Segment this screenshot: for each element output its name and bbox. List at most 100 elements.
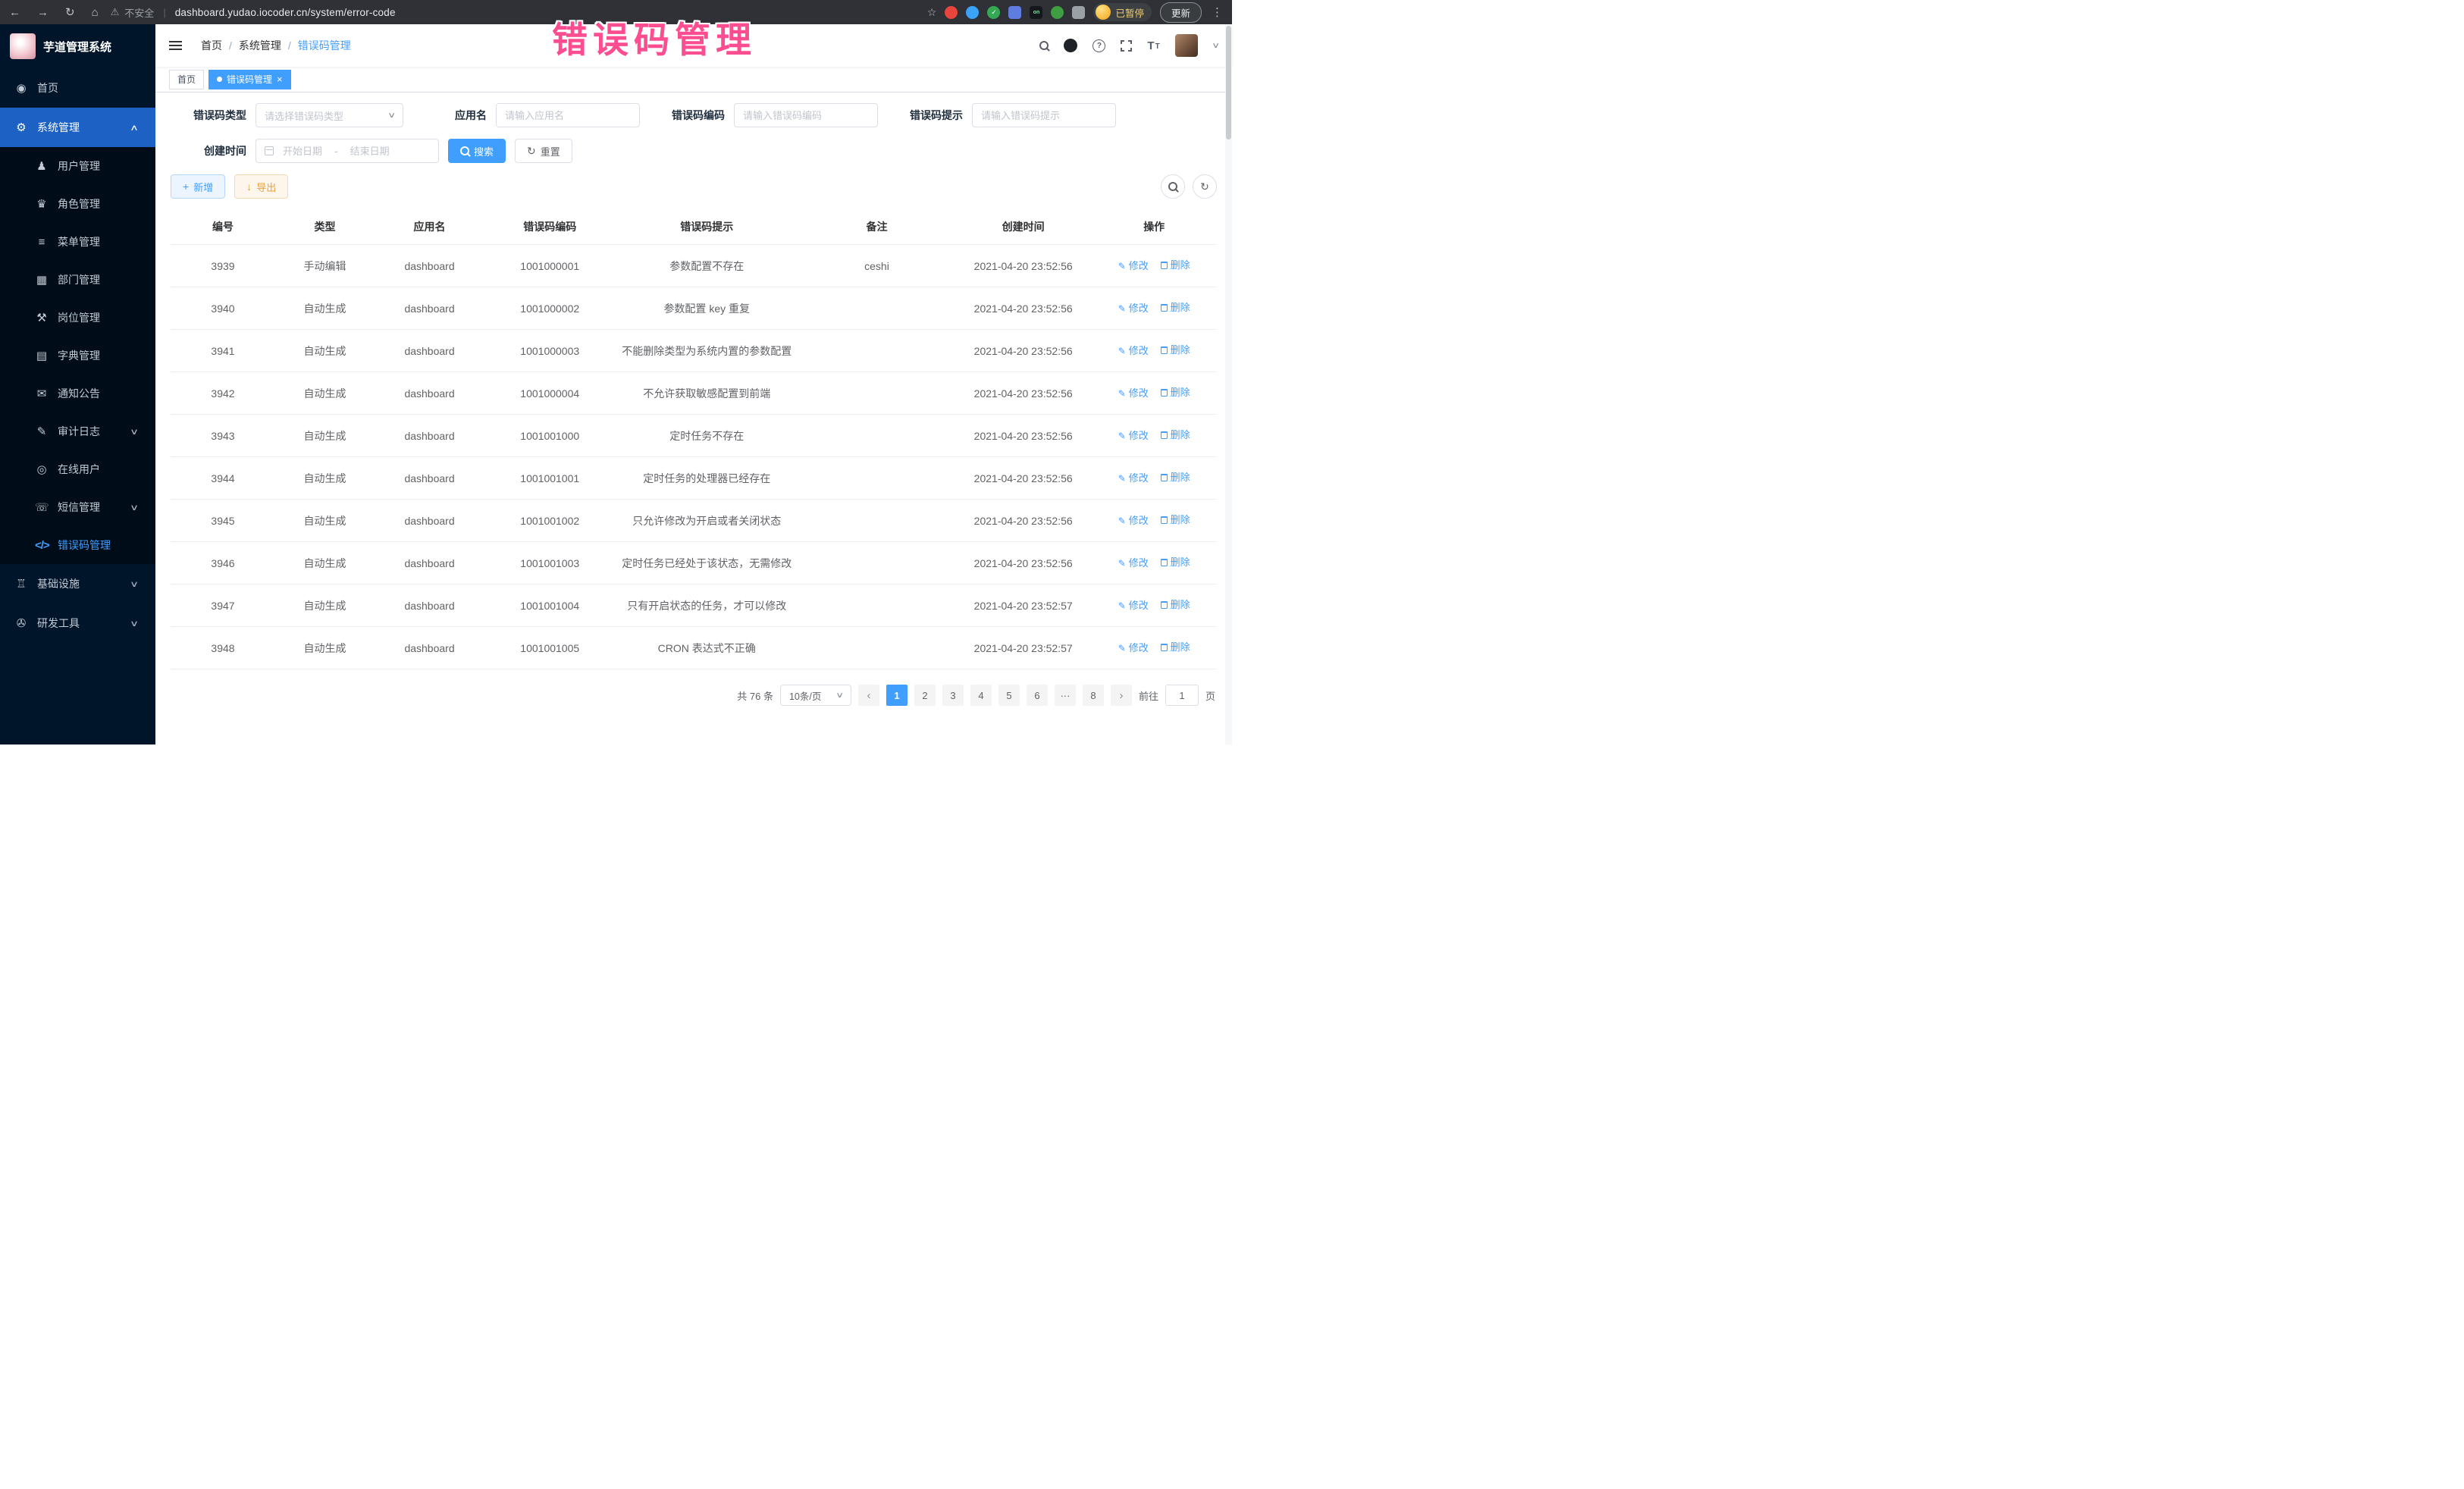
edit-link[interactable]: ✎修改: [1118, 597, 1149, 614]
goto-page-input[interactable]: [1165, 685, 1199, 706]
search-button[interactable]: 搜索: [448, 139, 506, 163]
delete-link[interactable]: 删除: [1161, 597, 1190, 613]
forward-icon[interactable]: →: [37, 6, 49, 19]
sidebar-item-departments[interactable]: ▦ 部门管理: [0, 261, 155, 299]
sidebar-item-error-code[interactable]: </> 错误码管理: [0, 526, 155, 564]
edit-link[interactable]: ✎修改: [1118, 343, 1149, 359]
reload-icon[interactable]: ↻: [65, 5, 75, 19]
edit-link[interactable]: ✎修改: [1118, 258, 1149, 274]
delete-link[interactable]: 删除: [1161, 427, 1190, 444]
page-size-select[interactable]: 10条/页 ∨: [780, 685, 851, 706]
sidebar-item-users[interactable]: ♟ 用户管理: [0, 147, 155, 185]
refresh-table-button[interactable]: ↻: [1193, 174, 1217, 199]
sidebar-item-audit-log[interactable]: ✎ 审计日志 ∨: [0, 412, 155, 450]
start-date-input[interactable]: [278, 146, 327, 157]
breadcrumb-current: 错误码管理: [298, 38, 351, 53]
sidebar-item-posts[interactable]: ⚒ 岗位管理: [0, 299, 155, 337]
toggle-search-button[interactable]: [1161, 174, 1185, 199]
more-pages-button[interactable]: ···: [1055, 685, 1076, 706]
help-icon[interactable]: ?: [1092, 39, 1105, 52]
next-page-button[interactable]: ›: [1111, 685, 1132, 706]
font-size-icon[interactable]: TT: [1147, 40, 1159, 52]
trash-icon: [1161, 559, 1168, 566]
delete-link[interactable]: 删除: [1161, 257, 1190, 274]
extension-drop-icon[interactable]: [966, 6, 979, 19]
sidebar-item-devtools[interactable]: ✇ 研发工具 ∨: [0, 603, 155, 643]
scrollbar-thumb[interactable]: [1226, 26, 1231, 139]
sidebar-item-online-users[interactable]: ◎ 在线用户: [0, 450, 155, 488]
page-button-3[interactable]: 3: [942, 685, 964, 706]
delete-link[interactable]: 删除: [1161, 512, 1190, 528]
collapse-menu-icon[interactable]: [169, 38, 186, 53]
github-icon[interactable]: [1064, 39, 1077, 52]
end-date-input[interactable]: [346, 146, 394, 157]
delete-link[interactable]: 删除: [1161, 639, 1190, 656]
url-text[interactable]: dashboard.yudao.iocoder.cn/system/error-…: [175, 7, 396, 18]
trash-icon: [1161, 516, 1168, 524]
sidebar-item-infrastructure[interactable]: ♖ 基础设施 ∨: [0, 564, 155, 603]
download-icon: ↓: [246, 181, 252, 192]
breadcrumb-system[interactable]: 系统管理: [239, 38, 281, 53]
user-avatar[interactable]: [1175, 34, 1198, 57]
tab-home[interactable]: 首页: [169, 70, 204, 89]
delete-link[interactable]: 删除: [1161, 299, 1190, 316]
delete-link[interactable]: 删除: [1161, 554, 1190, 571]
back-icon[interactable]: ←: [9, 6, 20, 19]
edit-link[interactable]: ✎修改: [1118, 428, 1149, 444]
browser-home-icon[interactable]: ⌂: [92, 6, 99, 19]
date-range-picker[interactable]: -: [255, 139, 439, 163]
edit-link[interactable]: ✎修改: [1118, 555, 1149, 572]
edit-link[interactable]: ✎修改: [1118, 300, 1149, 317]
search-icon[interactable]: [1039, 41, 1049, 50]
bookmark-star-icon[interactable]: ☆: [927, 6, 937, 19]
prev-page-button[interactable]: ‹: [858, 685, 879, 706]
delete-link[interactable]: 删除: [1161, 342, 1190, 359]
table-row: 3939 手动编辑 dashboard 1001000001 参数配置不存在 c…: [171, 245, 1217, 287]
profile-chip[interactable]: 已暂停: [1093, 3, 1152, 21]
sidebar-item-roles[interactable]: ♛ 角色管理: [0, 185, 155, 223]
sidebar-item-notices[interactable]: ✉ 通知公告: [0, 375, 155, 412]
trash-icon: [1161, 262, 1168, 269]
online-user-icon: ◎: [35, 462, 49, 476]
error-code-input[interactable]: [743, 110, 869, 121]
address-bar[interactable]: ⚠ 不安全 | dashboard.yudao.iocoder.cn/syste…: [111, 5, 396, 20]
close-icon[interactable]: ×: [277, 74, 283, 84]
app-logo[interactable]: 芋道管理系统: [0, 24, 155, 68]
extension-on-switch-icon[interactable]: on: [1030, 6, 1042, 19]
chevron-down-icon[interactable]: ∨: [1212, 42, 1220, 50]
extension-grid-icon[interactable]: [1008, 6, 1021, 19]
page-button-2[interactable]: 2: [914, 685, 936, 706]
page-button-8[interactable]: 8: [1083, 685, 1104, 706]
error-type-select[interactable]: 请选择错误码类型 ∨: [255, 103, 403, 127]
edit-link[interactable]: ✎修改: [1118, 640, 1149, 657]
edit-link[interactable]: ✎修改: [1118, 470, 1149, 487]
page-button-6[interactable]: 6: [1027, 685, 1048, 706]
page-button-4[interactable]: 4: [970, 685, 992, 706]
sidebar-item-sms[interactable]: ☏ 短信管理 ∨: [0, 488, 155, 526]
page-button-5[interactable]: 5: [998, 685, 1020, 706]
tab-error-code[interactable]: 错误码管理 ×: [208, 70, 291, 89]
browser-update-button[interactable]: 更新: [1160, 2, 1202, 23]
sidebar-item-system[interactable]: ⚙ 系统管理 ∧: [0, 108, 155, 147]
delete-link[interactable]: 删除: [1161, 469, 1190, 486]
edit-link[interactable]: ✎修改: [1118, 385, 1149, 402]
breadcrumb-home[interactable]: 首页: [201, 38, 222, 53]
error-hint-input[interactable]: [981, 110, 1107, 121]
reset-button[interactable]: ↻ 重置: [515, 139, 572, 163]
add-button[interactable]: + 新增: [171, 174, 225, 199]
sidebar-item-menus[interactable]: ≡ 菜单管理: [0, 223, 155, 261]
extension-leaf-icon[interactable]: [1051, 6, 1064, 19]
export-button[interactable]: ↓ 导出: [234, 174, 288, 199]
fullscreen-icon[interactable]: [1121, 40, 1132, 52]
extension-red-icon[interactable]: [945, 6, 958, 19]
sidebar-item-dictionary[interactable]: ▤ 字典管理: [0, 337, 155, 375]
refresh-icon: ↻: [527, 146, 536, 156]
delete-link[interactable]: 删除: [1161, 384, 1190, 401]
extension-check-icon[interactable]: ✓: [987, 6, 1000, 19]
sidebar-item-home[interactable]: ◉ 首页: [0, 68, 155, 108]
app-name-input[interactable]: [505, 110, 631, 121]
extensions-puzzle-icon[interactable]: [1072, 6, 1085, 19]
edit-link[interactable]: ✎修改: [1118, 513, 1149, 529]
browser-menu-icon[interactable]: ⋮: [1212, 5, 1223, 19]
page-button-1[interactable]: 1: [886, 685, 908, 706]
